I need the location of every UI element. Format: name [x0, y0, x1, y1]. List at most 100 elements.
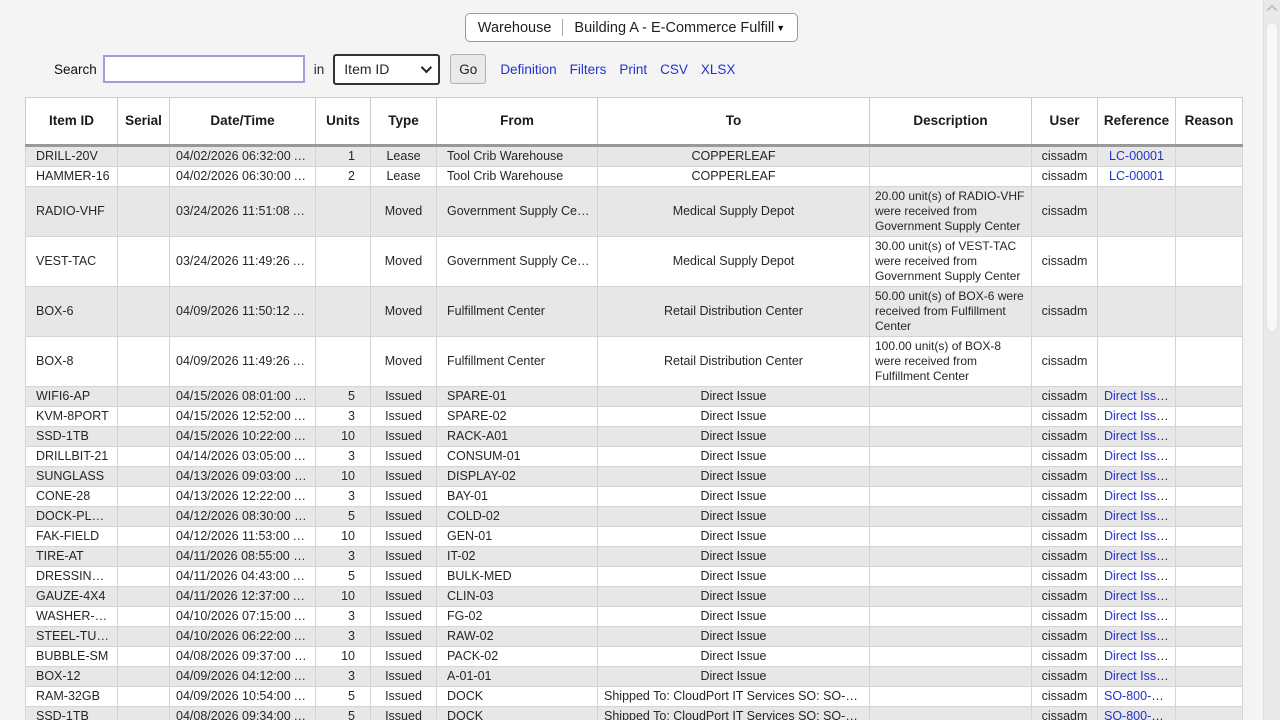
table-row[interactable]: CONE-28 04/13/2026 12:22:00 AM 3 Issued … [26, 487, 1243, 507]
reference-link[interactable]: Direct Issue [1104, 649, 1170, 663]
table-row[interactable]: GAUZE-4X4 04/11/2026 12:37:00 AM 10 Issu… [26, 587, 1243, 607]
description-cell [870, 427, 1032, 447]
in-label: in [314, 62, 325, 77]
type-cell: Moved [371, 187, 437, 237]
reference-link[interactable]: Direct Issue [1104, 609, 1170, 623]
reference-link[interactable]: LC-00001 [1109, 169, 1164, 183]
table-row[interactable]: VEST-TAC 03/24/2026 11:49:26 AM Moved Go… [26, 237, 1243, 287]
description-cell [870, 487, 1032, 507]
table-row[interactable]: DRILL-20V 04/02/2026 06:32:00 AM 1 Lease… [26, 146, 1243, 167]
reference-cell: SO-800-002 [1098, 687, 1176, 707]
reference-link[interactable]: SO-800-002 [1104, 709, 1172, 720]
item-id-cell: DRILLBIT-21 [26, 447, 118, 467]
table-row[interactable]: RAM-32GB 04/09/2026 10:54:00 AM 5 Issued… [26, 687, 1243, 707]
scroll-up-icon[interactable] [1266, 4, 1277, 15]
table-row[interactable]: SUNGLASS 04/13/2026 09:03:00 PM 10 Issue… [26, 467, 1243, 487]
column-header[interactable]: Item ID [26, 98, 118, 146]
chevron-down-icon [421, 62, 432, 73]
search-field-select[interactable]: Item ID [333, 54, 440, 85]
column-header[interactable]: Reference [1098, 98, 1176, 146]
table-row[interactable]: DRESSING-4 04/11/2026 04:43:00 AM 5 Issu… [26, 567, 1243, 587]
column-header[interactable]: From [437, 98, 598, 146]
table-row[interactable]: HAMMER-16 04/02/2026 06:30:00 AM 2 Lease… [26, 167, 1243, 187]
reference-link[interactable]: Direct Issue [1104, 469, 1170, 483]
table-row[interactable]: FAK-FIELD 04/12/2026 11:53:00 AM 10 Issu… [26, 527, 1243, 547]
reference-link[interactable]: Direct Issue [1104, 549, 1170, 563]
search-input[interactable] [103, 55, 305, 83]
column-header[interactable]: Serial [118, 98, 170, 146]
column-header[interactable]: Units [316, 98, 371, 146]
table-row[interactable]: WASHER-QTR 04/10/2026 07:15:00 AM 3 Issu… [26, 607, 1243, 627]
column-header[interactable]: Description [870, 98, 1032, 146]
table-row[interactable]: BOX-8 04/09/2026 11:49:26 AM Moved Fulfi… [26, 337, 1243, 387]
xlsx-link[interactable]: XLSX [701, 62, 736, 77]
reference-cell: Direct Issue [1098, 387, 1176, 407]
type-cell: Issued [371, 467, 437, 487]
to-cell: Direct Issue [598, 387, 870, 407]
serial-cell [118, 647, 170, 667]
to-cell: COPPERLEAF [598, 146, 870, 167]
reference-link[interactable]: Direct Issue [1104, 449, 1170, 463]
table-row[interactable]: BOX-6 04/09/2026 11:50:12 AM Moved Fulfi… [26, 287, 1243, 337]
reference-link[interactable]: Direct Issue [1104, 589, 1170, 603]
reference-link[interactable]: SO-800-002 [1104, 689, 1172, 703]
units-cell: 3 [316, 487, 371, 507]
datetime-cell: 04/02/2026 06:32:00 AM [170, 146, 316, 167]
column-header[interactable]: User [1032, 98, 1098, 146]
table-row[interactable]: DRILLBIT-21 04/14/2026 03:05:00 AM 3 Iss… [26, 447, 1243, 467]
table-row[interactable]: SSD-1TB 04/15/2026 10:22:00 AM 10 Issued… [26, 427, 1243, 447]
type-cell: Issued [371, 567, 437, 587]
reason-cell [1176, 487, 1243, 507]
reference-link[interactable]: Direct Issue [1104, 569, 1170, 583]
reference-link[interactable]: Direct Issue [1104, 529, 1170, 543]
table-row[interactable]: SSD-1TB 04/08/2026 09:34:00 AM 5 Issued … [26, 707, 1243, 720]
column-header[interactable]: Date/Time [170, 98, 316, 146]
location-dropdown[interactable]: Building A - E-Commerce Fulfill ▼ [574, 20, 785, 36]
reason-cell [1176, 527, 1243, 547]
go-button[interactable]: Go [450, 54, 486, 84]
table-row[interactable]: RADIO-VHF 03/24/2026 11:51:08 AM Moved G… [26, 187, 1243, 237]
reference-link[interactable]: Direct Issue [1104, 669, 1170, 683]
reference-cell: Direct Issue [1098, 667, 1176, 687]
reference-link[interactable]: Direct Issue [1104, 509, 1170, 523]
reference-link[interactable]: Direct Issue [1104, 489, 1170, 503]
datetime-cell: 03/24/2026 11:49:26 AM [170, 237, 316, 287]
table-row[interactable]: TIRE-AT 04/11/2026 08:55:00 PM 3 Issued … [26, 547, 1243, 567]
datetime-cell: 04/15/2026 08:01:00 PM [170, 387, 316, 407]
search-field-selected-value: Item ID [344, 61, 389, 77]
table-row[interactable]: BOX-12 04/09/2026 04:12:00 AM 3 Issued A… [26, 667, 1243, 687]
vertical-scrollbar[interactable] [1263, 0, 1280, 720]
print-link[interactable]: Print [619, 62, 647, 77]
definition-link[interactable]: Definition [500, 62, 556, 77]
from-cell: RACK-A01 [437, 427, 598, 447]
reference-cell: Direct Issue [1098, 627, 1176, 647]
from-cell: FG-02 [437, 607, 598, 627]
table-row[interactable]: WIFI6-AP 04/15/2026 08:01:00 PM 5 Issued… [26, 387, 1243, 407]
reference-link[interactable]: LC-00001 [1109, 149, 1164, 163]
to-cell: Direct Issue [598, 527, 870, 547]
reference-link[interactable]: Direct Issue [1104, 409, 1170, 423]
reference-cell: Direct Issue [1098, 427, 1176, 447]
table-row[interactable]: BUBBLE-SM 04/08/2026 09:37:00 PM 10 Issu… [26, 647, 1243, 667]
table-row[interactable]: DOCK-PLATE 04/12/2026 08:30:00 PM 5 Issu… [26, 507, 1243, 527]
column-header[interactable]: To [598, 98, 870, 146]
reference-cell: Direct Issue [1098, 607, 1176, 627]
reference-link[interactable]: Direct Issue [1104, 629, 1170, 643]
reference-link[interactable]: Direct Issue [1104, 429, 1170, 443]
item-id-cell: DRESSING-4 [26, 567, 118, 587]
scrollbar-thumb[interactable] [1266, 22, 1278, 332]
reference-cell: Direct Issue [1098, 527, 1176, 547]
user-cell: cissadm [1032, 447, 1098, 467]
to-cell: Direct Issue [598, 487, 870, 507]
serial-cell [118, 567, 170, 587]
column-header[interactable]: Reason [1176, 98, 1243, 146]
to-cell: Retail Distribution Center [598, 337, 870, 387]
table-row[interactable]: KVM-8PORT 04/15/2026 12:52:00 AM 3 Issue… [26, 407, 1243, 427]
reference-link[interactable]: Direct Issue [1104, 389, 1170, 403]
reference-cell: LC-00001 [1098, 146, 1176, 167]
table-row[interactable]: STEEL-TUBE 04/10/2026 06:22:00 AM 3 Issu… [26, 627, 1243, 647]
reason-cell [1176, 667, 1243, 687]
csv-link[interactable]: CSV [660, 62, 688, 77]
column-header[interactable]: Type [371, 98, 437, 146]
filters-link[interactable]: Filters [570, 62, 607, 77]
